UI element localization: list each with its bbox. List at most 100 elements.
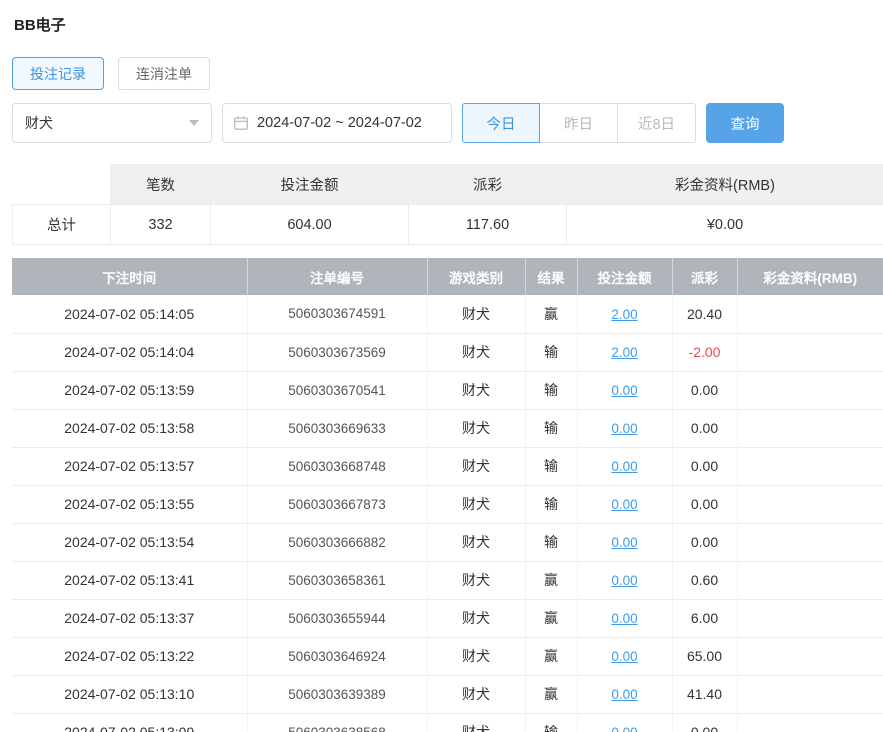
bet-amount-link[interactable]: 0.00 bbox=[611, 573, 637, 588]
game-type: 财犬 bbox=[427, 371, 526, 410]
game-type: 财犬 bbox=[427, 409, 526, 448]
bet-amount-link[interactable]: 0.00 bbox=[611, 687, 637, 702]
order-id: 5060303670541 bbox=[247, 371, 428, 410]
payout-value: 0.00 bbox=[672, 485, 738, 524]
bet-time: 2024-07-02 05:13:59 bbox=[12, 371, 248, 410]
bet-amount-link[interactable]: 0.00 bbox=[611, 383, 637, 398]
order-id: 5060303674591 bbox=[247, 295, 428, 334]
bonus-value bbox=[737, 409, 883, 448]
table-row: 2024-07-02 05:13:22 5060303646924 财犬 赢 0… bbox=[12, 637, 883, 676]
table-row: 2024-07-02 05:13:37 5060303655944 财犬 赢 0… bbox=[12, 599, 883, 638]
date-range-input[interactable]: 2024-07-02 ~ 2024-07-02 bbox=[222, 103, 452, 143]
bet-time: 2024-07-02 05:13:55 bbox=[12, 485, 248, 524]
payout-value: 41.40 bbox=[672, 675, 738, 714]
col-bonus: 彩金资料(RMB) bbox=[737, 258, 883, 295]
bet-amount-link[interactable]: 0.00 bbox=[611, 535, 637, 550]
game-select[interactable]: 财犬 bbox=[12, 103, 212, 143]
col-bet-amount: 投注金额 bbox=[577, 258, 673, 295]
bet-table-body: 2024-07-02 05:14:05 5060303674591 财犬 赢 2… bbox=[12, 295, 883, 732]
bet-result: 输 bbox=[525, 409, 578, 448]
date-range-value: 2024-07-02 ~ 2024-07-02 bbox=[257, 115, 422, 131]
payout-value: 0.00 bbox=[672, 409, 738, 448]
bet-result: 输 bbox=[525, 333, 578, 372]
game-select-value: 财犬 bbox=[25, 115, 53, 131]
summary-total-label: 总计 bbox=[12, 204, 111, 245]
game-type: 财犬 bbox=[427, 333, 526, 372]
game-type: 财犬 bbox=[427, 447, 526, 486]
bet-amount-link[interactable]: 2.00 bbox=[611, 307, 637, 322]
payout-value: 65.00 bbox=[672, 637, 738, 676]
summary-total-bet-amount: 604.00 bbox=[210, 204, 409, 245]
table-row: 2024-07-02 05:13:41 5060303658361 财犬 赢 0… bbox=[12, 561, 883, 600]
order-id: 5060303669633 bbox=[247, 409, 428, 448]
summary-header-row: 笔数 投注金额 派彩 彩金资料(RMB) bbox=[12, 164, 883, 205]
bet-time: 2024-07-02 05:13:41 bbox=[12, 561, 248, 600]
page: BB电子 投注记录 连消注单 财犬 2024-07-02 ~ 2024-07-0… bbox=[0, 0, 883, 732]
table-row: 2024-07-02 05:14:05 5060303674591 财犬 赢 2… bbox=[12, 295, 883, 334]
bonus-value bbox=[737, 561, 883, 600]
bonus-value bbox=[737, 295, 883, 334]
game-type: 财犬 bbox=[427, 637, 526, 676]
bonus-value bbox=[737, 333, 883, 372]
summary-header-count: 笔数 bbox=[110, 164, 211, 205]
game-type: 财犬 bbox=[427, 295, 526, 334]
tab-bar: 投注记录 连消注单 bbox=[12, 57, 883, 90]
order-id: 5060303667873 bbox=[247, 485, 428, 524]
table-row: 2024-07-02 05:13:59 5060303670541 财犬 输 0… bbox=[12, 371, 883, 410]
summary-header-payout: 派彩 bbox=[408, 164, 567, 205]
col-payout: 派彩 bbox=[672, 258, 738, 295]
bet-result: 赢 bbox=[525, 561, 578, 600]
bet-amount-link[interactable]: 0.00 bbox=[611, 725, 637, 732]
bet-time: 2024-07-02 05:13:37 bbox=[12, 599, 248, 638]
bet-time: 2024-07-02 05:14:04 bbox=[12, 333, 248, 372]
summary-header-bet-amount: 投注金额 bbox=[210, 164, 409, 205]
bet-amount-link[interactable]: 0.00 bbox=[611, 649, 637, 664]
game-type: 财犬 bbox=[427, 561, 526, 600]
bet-result: 输 bbox=[525, 713, 578, 732]
bet-amount-link[interactable]: 2.00 bbox=[611, 345, 637, 360]
summary-header-bonus: 彩金资料(RMB) bbox=[566, 164, 883, 205]
tab-bet-records[interactable]: 投注记录 bbox=[12, 57, 104, 90]
bet-amount-link[interactable]: 0.00 bbox=[611, 497, 637, 512]
summary-total-count: 332 bbox=[110, 204, 211, 245]
table-row: 2024-07-02 05:13:09 5060303638568 财犬 输 0… bbox=[12, 713, 883, 732]
order-id: 5060303639389 bbox=[247, 675, 428, 714]
bonus-value bbox=[737, 675, 883, 714]
order-id: 5060303658361 bbox=[247, 561, 428, 600]
payout-value: 20.40 bbox=[672, 295, 738, 334]
bet-table-header-row: 下注时间 注单编号 游戏类别 结果 投注金额 派彩 彩金资料(RMB) bbox=[12, 258, 883, 295]
summary-table: 笔数 投注金额 派彩 彩金资料(RMB) 总计 332 604.00 117.6… bbox=[12, 164, 883, 245]
bonus-value bbox=[737, 485, 883, 524]
tab-cancelled-orders[interactable]: 连消注单 bbox=[118, 57, 210, 90]
table-row: 2024-07-02 05:13:54 5060303666882 财犬 输 0… bbox=[12, 523, 883, 562]
order-id: 5060303638568 bbox=[247, 713, 428, 732]
yesterday-button[interactable]: 昨日 bbox=[540, 103, 618, 143]
bet-result: 赢 bbox=[525, 295, 578, 334]
game-type: 财犬 bbox=[427, 713, 526, 732]
order-id: 5060303646924 bbox=[247, 637, 428, 676]
summary-total-row: 总计 332 604.00 117.60 ¥0.00 bbox=[12, 204, 883, 245]
order-id: 5060303668748 bbox=[247, 447, 428, 486]
last-8-days-button[interactable]: 近8日 bbox=[618, 103, 696, 143]
query-button[interactable]: 查询 bbox=[706, 103, 784, 143]
calendar-icon bbox=[233, 115, 249, 131]
table-row: 2024-07-02 05:13:55 5060303667873 财犬 输 0… bbox=[12, 485, 883, 524]
game-type: 财犬 bbox=[427, 485, 526, 524]
order-id: 5060303655944 bbox=[247, 599, 428, 638]
bet-result: 赢 bbox=[525, 599, 578, 638]
today-button[interactable]: 今日 bbox=[462, 103, 540, 143]
bonus-value bbox=[737, 371, 883, 410]
col-bet-time: 下注时间 bbox=[12, 258, 248, 295]
bet-result: 输 bbox=[525, 523, 578, 562]
page-title: BB电子 bbox=[14, 17, 66, 34]
order-id: 5060303673569 bbox=[247, 333, 428, 372]
payout-value: -2.00 bbox=[672, 333, 738, 372]
bet-amount-link[interactable]: 0.00 bbox=[611, 459, 637, 474]
bet-result: 赢 bbox=[525, 637, 578, 676]
summary-total-payout: 117.60 bbox=[408, 204, 567, 245]
payout-value: 6.00 bbox=[672, 599, 738, 638]
bet-amount-link[interactable]: 0.00 bbox=[611, 611, 637, 626]
bonus-value bbox=[737, 447, 883, 486]
bet-amount-link[interactable]: 0.00 bbox=[611, 421, 637, 436]
col-order-id: 注单编号 bbox=[247, 258, 428, 295]
